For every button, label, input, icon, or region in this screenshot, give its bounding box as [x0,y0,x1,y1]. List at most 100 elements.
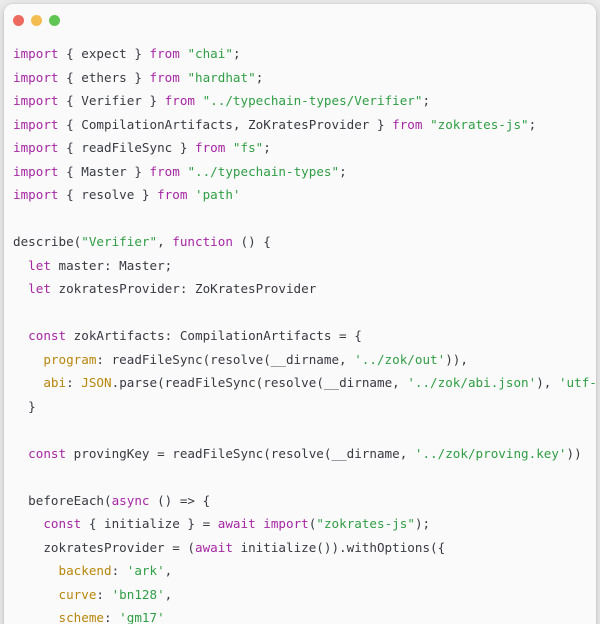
code-token-kw: import [13,140,59,155]
code-editor-viewport[interactable]: import { expect } from "chai"; import { e… [4,36,596,624]
code-token-pln: ); [414,516,431,531]
code-token-pln: ; [232,46,241,61]
code-token-pln [225,140,233,155]
minimize-button-icon[interactable] [31,14,42,26]
code-token-kw: import [13,46,59,61]
code-token-pln: master: Master; [50,257,173,273]
code-token-kw: function [172,234,233,249]
code-token-pln: describe( [13,234,82,249]
code-line[interactable]: let zokratesProvider: ZoKratesProvider [13,277,596,301]
code-token-pln: zokratesProvider: ZoKratesProvider [50,281,317,296]
code-token-pln: ; [255,69,264,85]
code-line[interactable]: import { resolve } from 'path' [13,183,596,207]
code-line[interactable]: } [13,395,596,419]
code-line[interactable]: program: readFileSync(resolve(__dirname,… [13,348,596,372]
code-token-pln [13,563,59,578]
code-token-pln: { ethers } [58,69,150,85]
code-token-str: '../zok/abi.json' [407,375,537,390]
code-token-pln: : [104,610,120,624]
code-token-kw: from [392,116,423,132]
maximize-button-icon[interactable] [49,14,60,26]
code-token-pln: { readFileSync } [58,140,195,155]
window-titlebar[interactable] [4,4,596,36]
code-token-prop: abi [43,375,67,390]
code-token-kw: import [13,187,59,202]
code-token-kw: from [149,46,180,61]
code-line[interactable]: import { Master } from "../typechain-typ… [13,160,596,184]
code-line[interactable] [13,207,596,231]
code-token-pln [13,281,28,296]
code-line[interactable]: const zokArtifacts: CompilationArtifacts… [13,324,596,348]
code-token-pln: ; [339,163,347,179]
code-token-kw: import [263,516,309,531]
code-token-pln: , [164,563,173,578]
editor-window: import { expect } from "chai"; import { e… [4,4,596,624]
code-token-str: 'utf-8' [558,375,596,390]
code-line[interactable]: import { expect } from "chai"; [13,42,596,66]
code-token-str: "../typechain-types/Verifier" [202,93,423,108]
code-line[interactable]: curve: 'bn128', [13,583,596,607]
code-token-pln: : [96,586,112,602]
code-token-pln: ; [528,116,537,132]
code-line[interactable] [13,465,596,489]
code-token-str: '../zok/proving.key' [414,445,567,461]
close-button-icon[interactable] [13,14,24,26]
code-line[interactable]: import { readFileSync } from "fs"; [13,136,596,160]
code-token-kw: import [13,163,59,179]
code-token-kw: import [13,93,59,108]
code-token-kw: import [13,69,59,85]
code-line[interactable]: import { Verifier } from "../typechain-t… [13,89,596,113]
code-token-str: 'ark' [126,563,165,578]
code-token-pln: )), [445,351,468,367]
code-token-pln: provingKey = readFileSync(resolve(__dirn… [66,445,415,461]
code-token-pln [13,610,59,624]
code-token-pln [195,93,203,108]
code-line[interactable]: const provingKey = readFileSync(resolve(… [13,442,596,466]
code-line[interactable]: beforeEach(async () => { [13,489,596,513]
code-line[interactable]: zokratesProvider = (await initialize()).… [13,536,596,560]
code-content[interactable]: import { expect } from "chai"; import { e… [4,42,596,624]
code-token-pln: )) [566,445,582,461]
code-token-prop: program [43,351,97,367]
code-token-str: "chai" [187,46,233,61]
code-token-pln: zokArtifacts: CompilationArtifacts = { [66,328,362,343]
code-token-pln: beforeEach( [13,492,112,508]
traffic-light-group [13,14,60,26]
code-token-kw: import [13,116,59,132]
code-token-pln [422,117,430,132]
code-line[interactable]: backend: 'ark', [13,559,596,583]
code-line[interactable] [13,418,596,442]
code-line[interactable]: const { initialize } = await import("zok… [13,512,596,536]
code-token-prop: backend [58,563,112,578]
code-token-str: '../zok/out' [354,351,446,367]
code-line[interactable]: import { ethers } from "hardhat"; [13,66,596,90]
code-line[interactable] [13,301,596,325]
code-token-pln: { resolve } [58,187,158,202]
code-token-kw: let [28,257,51,273]
code-line[interactable]: abi: JSON.parse(readFileSync(resolve(__d… [13,371,596,395]
code-token-pln: { Master } [58,163,150,179]
code-token-str: 'gm17' [119,610,165,624]
code-token-kw: from [157,187,188,202]
code-token-prop: curve [58,586,97,602]
code-token-pln [13,352,43,367]
code-line[interactable]: import { CompilationArtifacts, ZoKratesP… [13,113,596,137]
code-token-pln [13,328,28,343]
code-token-kw: from [164,93,195,108]
code-line[interactable]: describe("Verifier", function () { [13,230,596,254]
code-token-pln: initialize()).withOptions({ [232,539,446,555]
code-token-pln: () { [232,234,271,249]
code-token-pln: ; [263,140,271,155]
code-token-prop: scheme [58,610,105,624]
code-token-kw: const [43,516,82,531]
code-token-str: "fs" [232,140,264,155]
code-token-kw: await [217,516,256,531]
code-token-kw: from [194,140,226,155]
code-token-str: "zokrates-js" [430,116,529,132]
code-line[interactable]: scheme: 'gm17' [13,606,596,624]
code-token-prop: JSON [81,375,112,390]
code-line[interactable]: let master: Master; [13,254,596,278]
code-token-pln [13,258,28,273]
code-token-str: "../typechain-types" [187,163,340,179]
code-token-pln: .parse(readFileSync(resolve(__dirname, [111,375,408,390]
